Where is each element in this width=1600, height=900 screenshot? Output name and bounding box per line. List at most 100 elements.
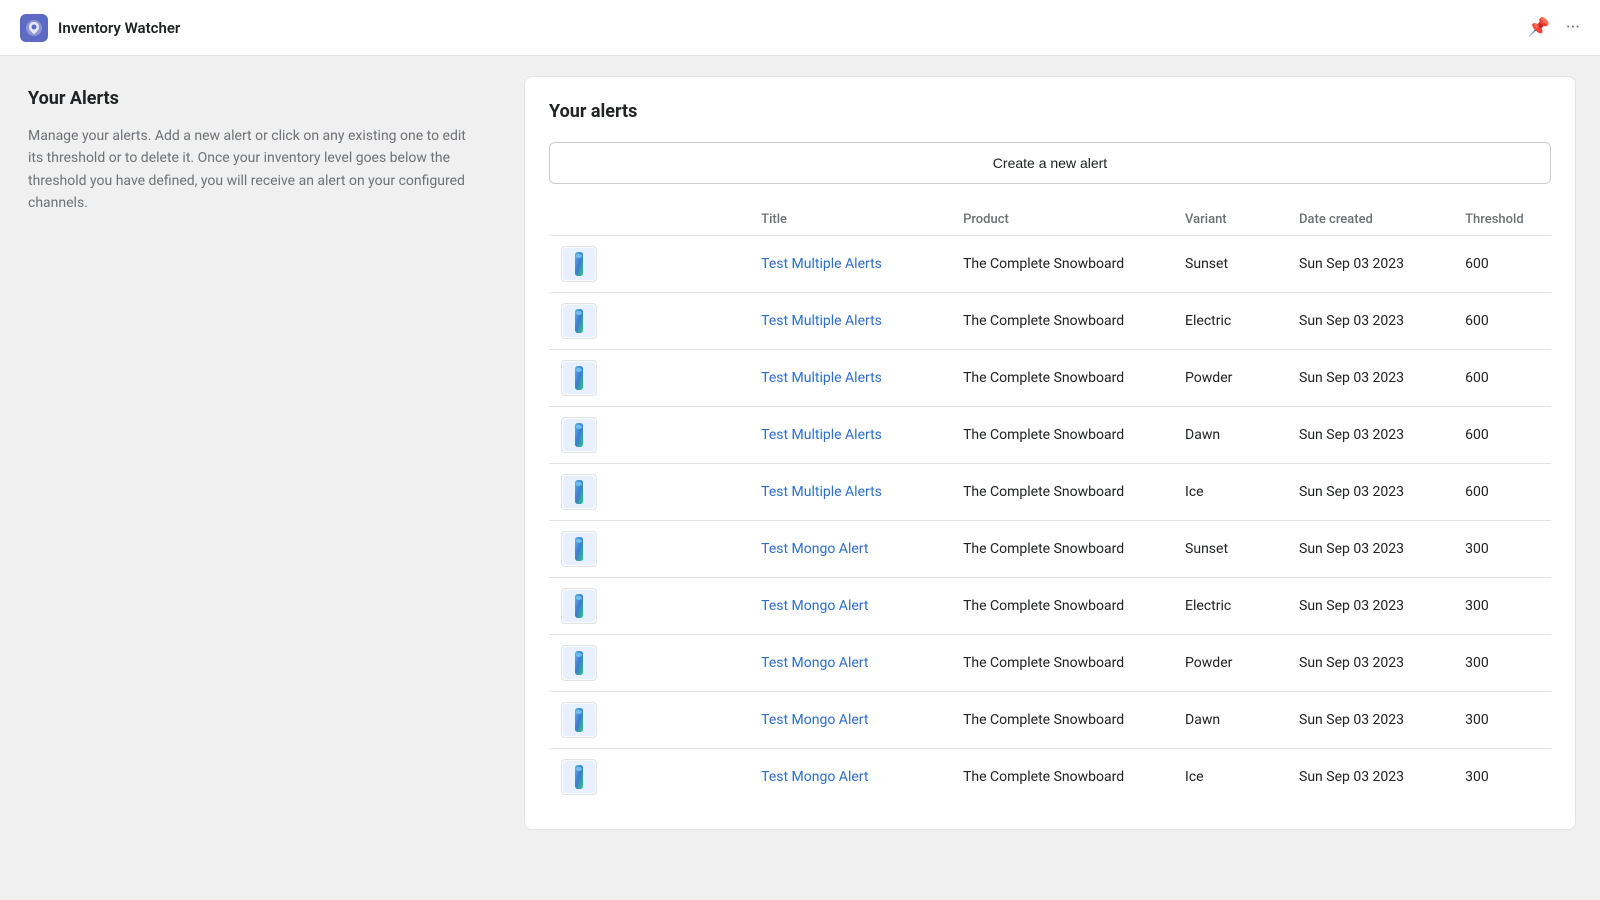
alert-title-cell: Test Mongo Alert [749, 692, 951, 749]
col-header-date: Date created [1287, 204, 1453, 236]
product-thumbnail-cell [549, 578, 749, 635]
sidebar-description: Manage your alerts. Add a new alert or c… [28, 125, 472, 215]
product-thumbnail [561, 759, 597, 795]
product-thumbnail-cell [549, 236, 749, 293]
product-thumbnail-cell [549, 521, 749, 578]
variant-cell: Electric [1173, 578, 1287, 635]
col-header-product: Product [951, 204, 1173, 236]
variant-cell: Electric [1173, 293, 1287, 350]
alert-title-cell: Test Mongo Alert [749, 521, 951, 578]
product-thumbnail [561, 645, 597, 681]
alert-title-cell: Test Mongo Alert [749, 578, 951, 635]
table-row: Test Multiple Alerts The Complete Snowboa… [549, 464, 1551, 521]
alert-title-link[interactable]: Test Multiple Alerts [761, 427, 882, 443]
date-created-cell: Sun Sep 03 2023 [1287, 692, 1453, 749]
product-thumbnail-cell [549, 749, 749, 806]
variant-cell: Powder [1173, 635, 1287, 692]
threshold-cell: 600 [1453, 236, 1551, 293]
alert-title-cell: Test Multiple Alerts [749, 293, 951, 350]
alert-title-cell: Test Mongo Alert [749, 749, 951, 806]
threshold-cell: 600 [1453, 407, 1551, 464]
table-row: Test Multiple Alerts The Complete Snowboa… [549, 293, 1551, 350]
table-row: Test Mongo Alert The Complete SnowboardDa… [549, 692, 1551, 749]
table-row: Test Multiple Alerts The Complete Snowboa… [549, 407, 1551, 464]
product-thumbnail [561, 303, 597, 339]
alert-title-cell: Test Multiple Alerts [749, 407, 951, 464]
date-created-cell: Sun Sep 03 2023 [1287, 236, 1453, 293]
table-row: Test Mongo Alert The Complete SnowboardPo… [549, 635, 1551, 692]
date-created-cell: Sun Sep 03 2023 [1287, 407, 1453, 464]
variant-cell: Dawn [1173, 407, 1287, 464]
product-thumbnail-cell [549, 635, 749, 692]
col-header-title [549, 204, 749, 236]
date-created-cell: Sun Sep 03 2023 [1287, 293, 1453, 350]
create-alert-button[interactable]: Create a new alert [549, 142, 1551, 184]
variant-cell: Sunset [1173, 521, 1287, 578]
top-bar-left: Inventory Watcher [20, 14, 180, 42]
date-created-cell: Sun Sep 03 2023 [1287, 521, 1453, 578]
variant-cell: Ice [1173, 464, 1287, 521]
app-icon [20, 14, 48, 42]
table-row: Test Mongo Alert The Complete SnowboardEl… [549, 578, 1551, 635]
table-row: Test Multiple Alerts The Complete Snowboa… [549, 236, 1551, 293]
alert-title-link[interactable]: Test Mongo Alert [761, 541, 868, 557]
product-name-cell: The Complete Snowboard [951, 464, 1173, 521]
product-thumbnail [561, 702, 597, 738]
more-menu-icon[interactable]: ··· [1566, 17, 1580, 38]
col-header-title-label: Title [749, 204, 951, 236]
col-header-variant: Variant [1173, 204, 1287, 236]
table-row: Test Multiple Alerts The Complete Snowboa… [549, 350, 1551, 407]
product-name-cell: The Complete Snowboard [951, 692, 1173, 749]
card-title: Your alerts [549, 101, 1551, 122]
col-header-threshold: Threshold [1453, 204, 1551, 236]
product-thumbnail [561, 360, 597, 396]
threshold-cell: 300 [1453, 749, 1551, 806]
product-name-cell: The Complete Snowboard [951, 635, 1173, 692]
alert-title-cell: Test Multiple Alerts [749, 464, 951, 521]
product-thumbnail-cell [549, 407, 749, 464]
date-created-cell: Sun Sep 03 2023 [1287, 464, 1453, 521]
product-thumbnail [561, 531, 597, 567]
alerts-card: Your alerts Create a new alert Title Pro… [524, 76, 1576, 830]
product-name-cell: The Complete Snowboard [951, 407, 1173, 464]
product-thumbnail [561, 474, 597, 510]
main-layout: Your Alerts Manage your alerts. Add a ne… [0, 56, 1600, 900]
alert-title-link[interactable]: Test Multiple Alerts [761, 313, 882, 329]
threshold-cell: 600 [1453, 464, 1551, 521]
alert-title-link[interactable]: Test Mongo Alert [761, 598, 868, 614]
threshold-cell: 300 [1453, 578, 1551, 635]
date-created-cell: Sun Sep 03 2023 [1287, 350, 1453, 407]
product-name-cell: The Complete Snowboard [951, 293, 1173, 350]
table-row: Test Mongo AlertThe Complete SnowboardSu… [549, 521, 1551, 578]
variant-cell: Sunset [1173, 236, 1287, 293]
product-thumbnail-cell [549, 464, 749, 521]
variant-cell: Ice [1173, 749, 1287, 806]
variant-cell: Dawn [1173, 692, 1287, 749]
alert-title-link[interactable]: Test Mongo Alert [761, 769, 868, 785]
threshold-cell: 300 [1453, 692, 1551, 749]
alerts-table: Title Product Variant Date created Thres… [549, 204, 1551, 805]
content-area: Your alerts Create a new alert Title Pro… [500, 56, 1600, 900]
alert-title-cell: Test Mongo Alert [749, 635, 951, 692]
alert-title-link[interactable]: Test Mongo Alert [761, 655, 868, 671]
threshold-cell: 300 [1453, 521, 1551, 578]
product-name-cell: The Complete Snowboard [951, 749, 1173, 806]
table-row: Test Mongo Alert The Complete SnowboardIc… [549, 749, 1551, 806]
alert-title-link[interactable]: Test Mongo Alert [761, 712, 868, 728]
alert-title-link[interactable]: Test Multiple Alerts [761, 370, 882, 386]
alert-title-link[interactable]: Test Multiple Alerts [761, 484, 882, 500]
product-thumbnail-cell [549, 692, 749, 749]
product-thumbnail-cell [549, 293, 749, 350]
app-title: Inventory Watcher [58, 19, 180, 37]
date-created-cell: Sun Sep 03 2023 [1287, 749, 1453, 806]
product-name-cell: The Complete Snowboard [951, 236, 1173, 293]
threshold-cell: 600 [1453, 350, 1551, 407]
product-name-cell: The Complete Snowboard [951, 350, 1173, 407]
pin-icon[interactable]: 📌 [1527, 17, 1549, 38]
product-name-cell: The Complete Snowboard [951, 578, 1173, 635]
table-header-row: Title Product Variant Date created Thres… [549, 204, 1551, 236]
alert-title-link[interactable]: Test Multiple Alerts [761, 256, 882, 272]
threshold-cell: 300 [1453, 635, 1551, 692]
product-thumbnail-cell [549, 350, 749, 407]
variant-cell: Powder [1173, 350, 1287, 407]
